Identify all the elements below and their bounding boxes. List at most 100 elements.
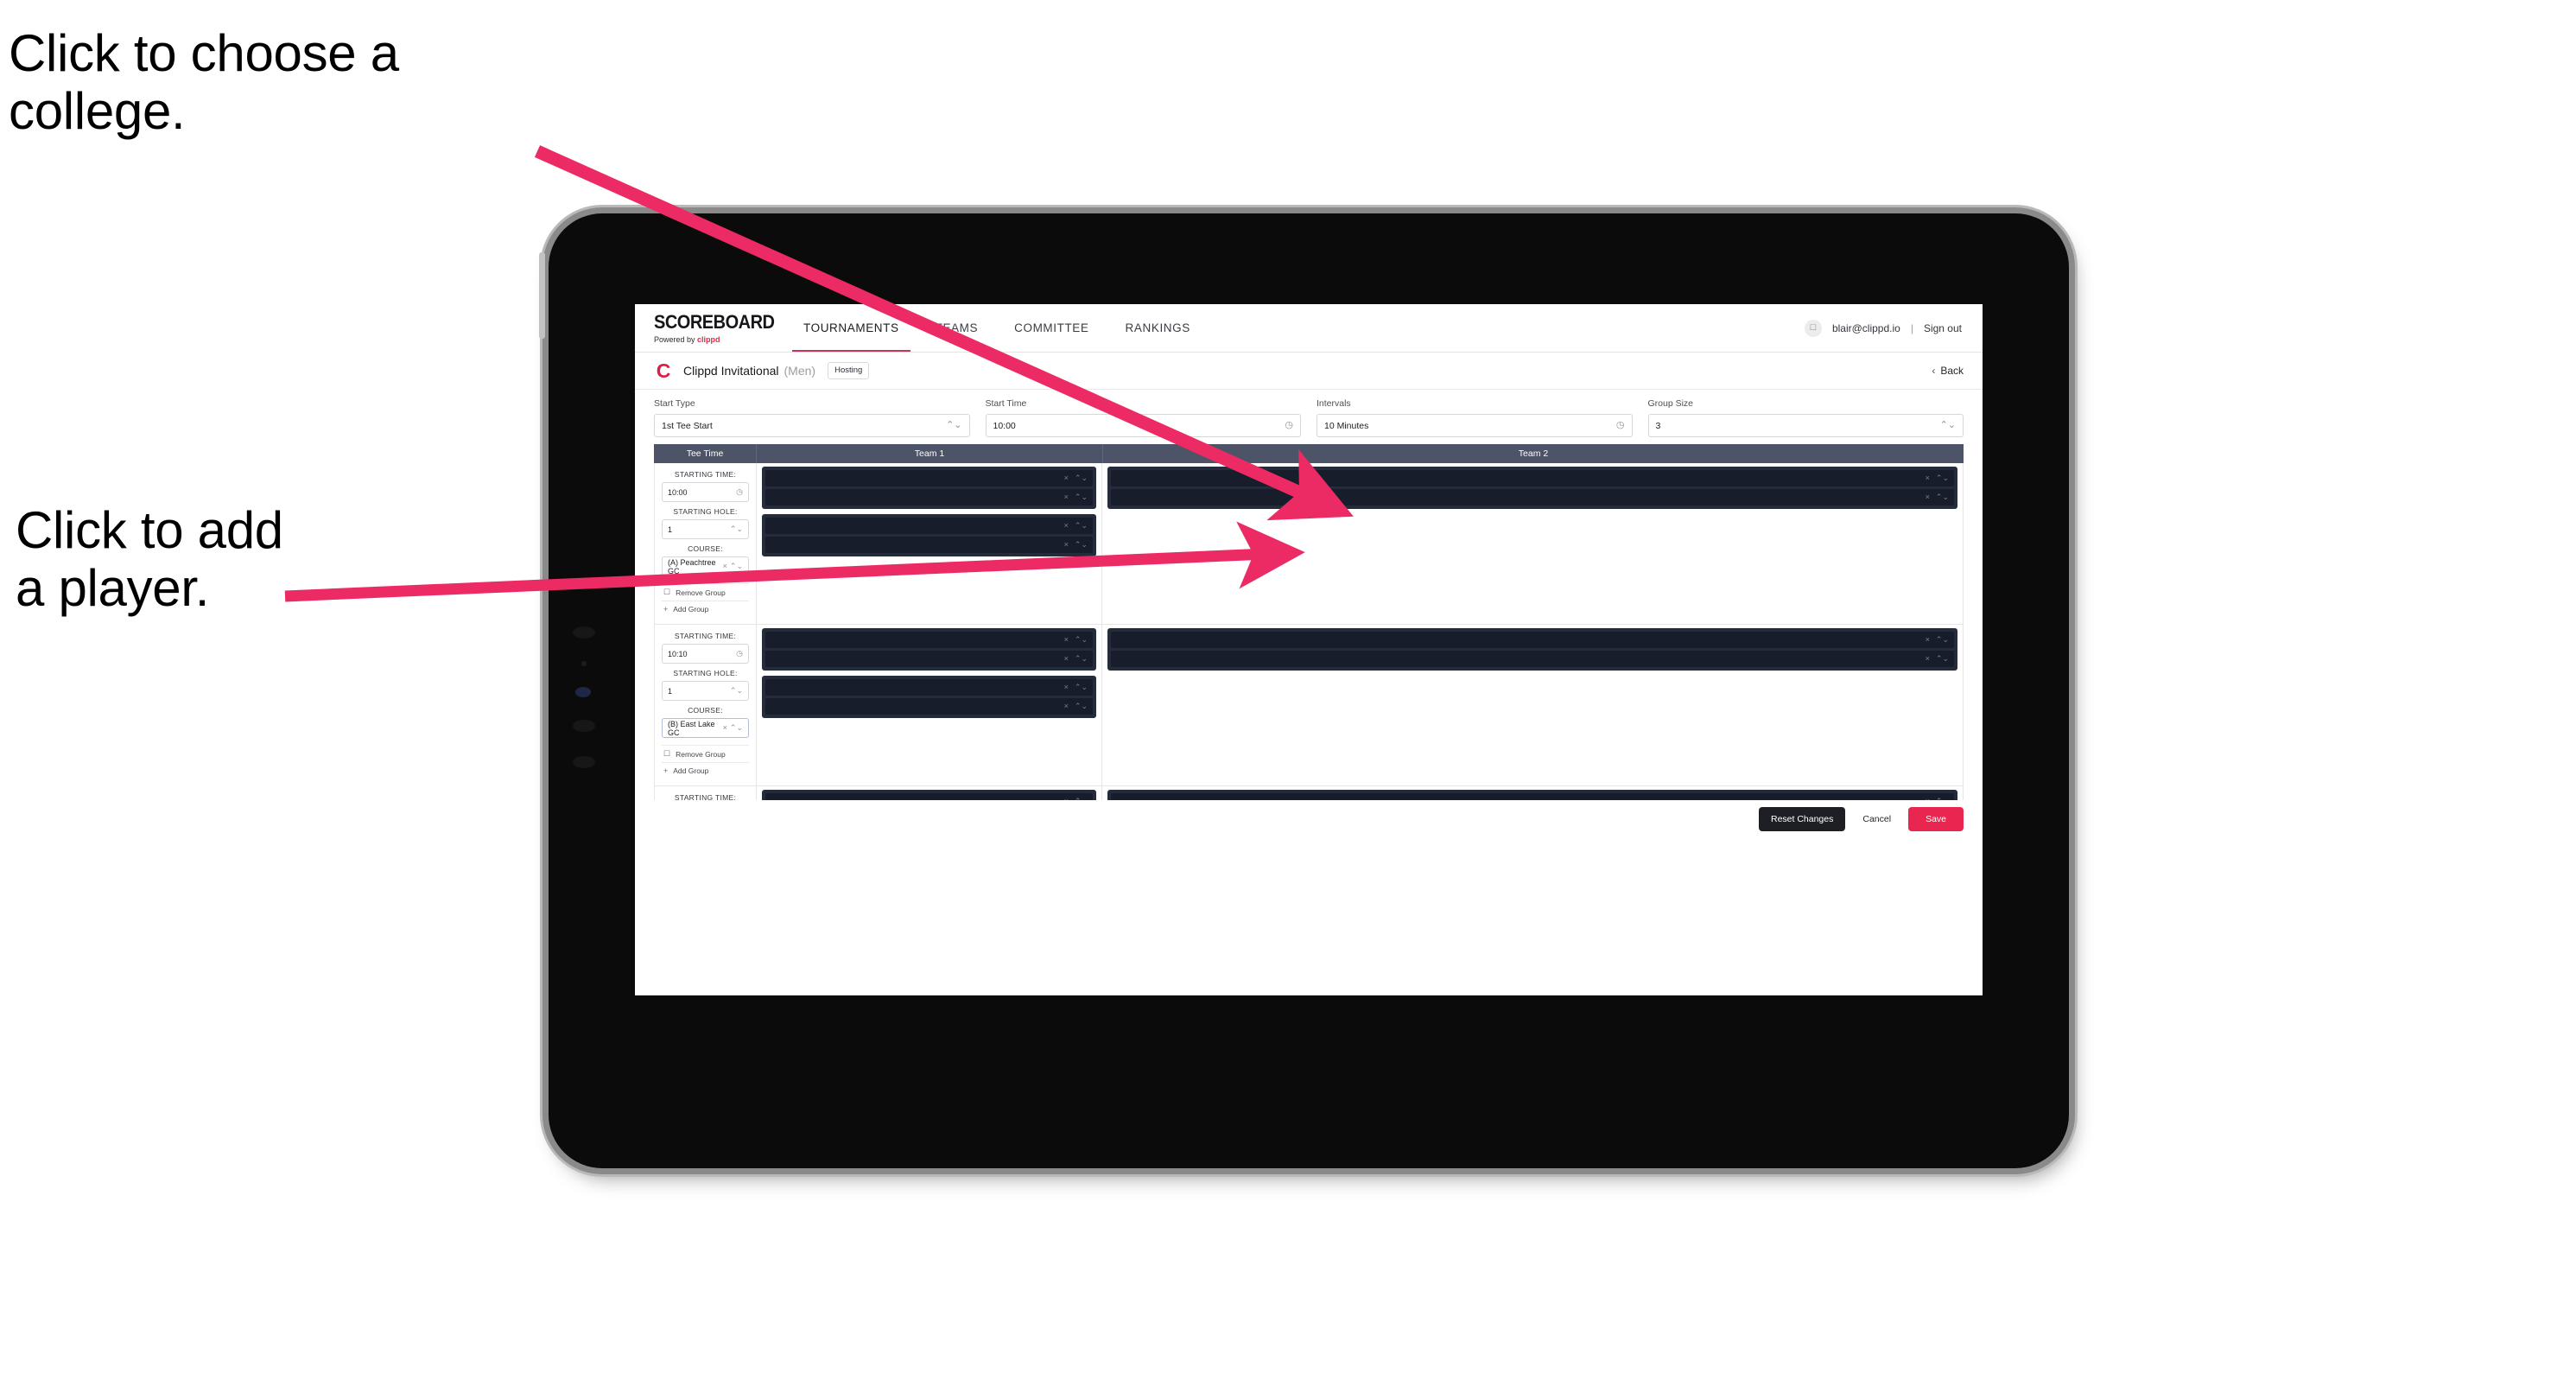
- brand-logo[interactable]: SCOREBOARD Powered by clippd: [654, 312, 775, 344]
- player-select-row[interactable]: × ⌃⌄: [765, 679, 1093, 696]
- plus-icon: +: [663, 766, 669, 775]
- clear-icon[interactable]: ×: [723, 563, 727, 570]
- team-2-column: × ⌃⌄× ⌃⌄: [1102, 786, 1963, 800]
- tab-committee[interactable]: COMMITTEE: [996, 304, 1107, 352]
- tee-time-grid[interactable]: STARTING TIME: 10:00 ◷ STARTING HOLE: 1 ⌃⌄ COU…: [654, 463, 1964, 800]
- trash-icon: ☐: [663, 749, 671, 758]
- remove-group-button[interactable]: ☐ Remove Group: [662, 583, 749, 601]
- remove-group-button-label: Remove Group: [676, 588, 726, 597]
- stepper-icon[interactable]: ⌃⌄: [1940, 421, 1956, 430]
- stepper-icon[interactable]: ⌃⌄: [730, 525, 743, 533]
- stepper-icon[interactable]: ⌃⌄: [1936, 493, 1949, 501]
- clear-icon[interactable]: ×: [1064, 522, 1069, 530]
- clear-icon[interactable]: ×: [1064, 655, 1069, 663]
- add-group-button[interactable]: + Add Group: [662, 762, 749, 779]
- stepper-icon[interactable]: ⌃⌄: [1075, 474, 1088, 482]
- clear-icon[interactable]: ×: [1926, 636, 1930, 644]
- player-group-box: × ⌃⌄ × ⌃⌄: [762, 676, 1096, 718]
- clear-icon[interactable]: ×: [723, 724, 727, 732]
- player-select-row[interactable]: × ⌃⌄: [765, 698, 1093, 715]
- player-select-row[interactable]: × ⌃⌄: [1111, 651, 1954, 667]
- clear-icon[interactable]: ×: [1064, 474, 1069, 482]
- player-select-row[interactable]: × ⌃⌄: [765, 537, 1093, 553]
- clear-icon[interactable]: ×: [1064, 636, 1069, 644]
- player-select-row[interactable]: × ⌃⌄: [1111, 632, 1954, 648]
- grid-header-row: Tee Time Team 1 Team 2: [654, 444, 1964, 463]
- stepper-icon[interactable]: ⌃⌄: [730, 687, 743, 695]
- clear-icon[interactable]: ×: [1926, 493, 1930, 501]
- starting-time-input[interactable]: 10:10 ◷: [662, 644, 749, 664]
- intervals-input[interactable]: 10 Minutes ◷: [1317, 414, 1633, 437]
- clear-icon[interactable]: ×: [1064, 541, 1069, 549]
- stepper-icon[interactable]: ⌃⌄: [1936, 636, 1949, 644]
- tournament-bar: C Clippd Invitational (Men) Hosting ‹ Ba…: [635, 353, 1983, 390]
- stepper-icon[interactable]: ⌃⌄: [1075, 541, 1088, 549]
- starting-hole-stepper[interactable]: 1 ⌃⌄: [662, 519, 749, 539]
- clock-icon[interactable]: ◷: [1616, 421, 1625, 430]
- group-size-stepper[interactable]: 3 ⌃⌄: [1647, 414, 1964, 437]
- player-group-box: × ⌃⌄ × ⌃⌄: [762, 628, 1096, 671]
- tab-tournaments[interactable]: TOURNAMENTS: [785, 304, 917, 352]
- clear-icon[interactable]: ×: [1064, 703, 1069, 710]
- start-type-select[interactable]: 1st Tee Start ⌃⌄: [654, 414, 970, 437]
- remove-group-button[interactable]: ☐ Remove Group: [662, 745, 749, 762]
- account-email: blair@clippd.io: [1831, 321, 1900, 334]
- column-header-team-1: Team 1: [757, 444, 1103, 463]
- reset-changes-button[interactable]: Reset Changes: [1758, 807, 1846, 831]
- clear-icon[interactable]: ×: [1064, 798, 1069, 801]
- player-select-row[interactable]: × ⌃⌄: [765, 470, 1093, 486]
- stepper-icon[interactable]: ⌃⌄: [1075, 493, 1088, 501]
- setting-start-time: Start Time 10:00 ◷: [985, 398, 1317, 437]
- clock-icon[interactable]: ◷: [736, 650, 743, 658]
- stepper-icon[interactable]: ⌃⌄: [1936, 798, 1949, 801]
- clock-icon[interactable]: ◷: [736, 488, 743, 496]
- starting-hole-stepper[interactable]: 1 ⌃⌄: [662, 681, 749, 701]
- cancel-button[interactable]: Cancel: [1845, 807, 1908, 831]
- stepper-icon[interactable]: ⌃⌄: [1075, 655, 1088, 663]
- clear-icon[interactable]: ×: [1926, 655, 1930, 663]
- player-select-row[interactable]: × ⌃⌄: [765, 793, 1093, 800]
- setting-intervals: Intervals 10 Minutes ◷: [1317, 398, 1648, 437]
- stepper-icon[interactable]: ⌃⌄: [1075, 522, 1088, 530]
- stepper-icon[interactable]: ⌃⌄: [1075, 798, 1088, 801]
- clock-icon[interactable]: ◷: [1285, 421, 1293, 430]
- course-label: COURSE:: [688, 706, 723, 715]
- stepper-icon[interactable]: ⌃⌄: [1936, 474, 1949, 482]
- tab-teams[interactable]: TEAMS: [917, 304, 997, 352]
- clear-icon[interactable]: ×: [1064, 683, 1069, 691]
- add-group-button-label: Add Group: [673, 605, 709, 614]
- stepper-icon[interactable]: ⌃⌄: [730, 724, 743, 732]
- player-select-row[interactable]: × ⌃⌄: [765, 632, 1093, 648]
- player-row-icons: × ⌃⌄: [1064, 703, 1088, 710]
- tee-time-column: STARTING TIME: 10:00 ◷ STARTING HOLE: 1 ⌃⌄ COU…: [655, 463, 757, 624]
- course-select[interactable]: (B) East Lake GC × ⌃⌄: [662, 718, 749, 738]
- starting-time-input[interactable]: 10:00 ◷: [662, 482, 749, 502]
- stepper-icon[interactable]: ⌃⌄: [1075, 636, 1088, 644]
- save-button[interactable]: Save: [1908, 807, 1964, 831]
- back-button[interactable]: ‹ Back: [1932, 365, 1964, 377]
- course-select[interactable]: (A) Peachtree GC × ⌃⌄: [662, 556, 749, 576]
- stepper-icon[interactable]: ⌃⌄: [1075, 703, 1088, 710]
- add-group-button[interactable]: + Add Group: [662, 601, 749, 617]
- microphone-dot: [581, 661, 587, 666]
- player-select-row[interactable]: × ⌃⌄: [765, 489, 1093, 505]
- stepper-icon[interactable]: ⌃⌄: [1936, 655, 1949, 663]
- player-select-row[interactable]: × ⌃⌄: [765, 518, 1093, 534]
- sign-out-link[interactable]: Sign out: [1924, 322, 1962, 334]
- clear-icon[interactable]: ×: [1926, 798, 1930, 801]
- start-time-input[interactable]: 10:00 ◷: [985, 414, 1301, 437]
- tab-rankings[interactable]: RANKINGS: [1107, 304, 1209, 352]
- clear-icon[interactable]: ×: [1926, 474, 1930, 482]
- player-select-row[interactable]: × ⌃⌄: [1111, 489, 1954, 505]
- player-select-row[interactable]: × ⌃⌄: [1111, 793, 1954, 800]
- stepper-icon[interactable]: ⌃⌄: [730, 563, 743, 570]
- player-select-row[interactable]: × ⌃⌄: [765, 651, 1093, 667]
- stepper-icon[interactable]: ⌃⌄: [1075, 683, 1088, 691]
- clear-icon[interactable]: ×: [1064, 493, 1069, 501]
- stepper-icon[interactable]: ⌃⌄: [946, 421, 961, 430]
- player-select-row[interactable]: × ⌃⌄: [1111, 470, 1954, 486]
- app-screen: SCOREBOARD Powered by clippd TOURNAMENTS…: [635, 304, 1983, 995]
- remove-group-button-label: Remove Group: [676, 749, 726, 759]
- tablet-side-button[interactable]: [539, 252, 545, 339]
- user-avatar-icon[interactable]: ☐: [1804, 319, 1822, 337]
